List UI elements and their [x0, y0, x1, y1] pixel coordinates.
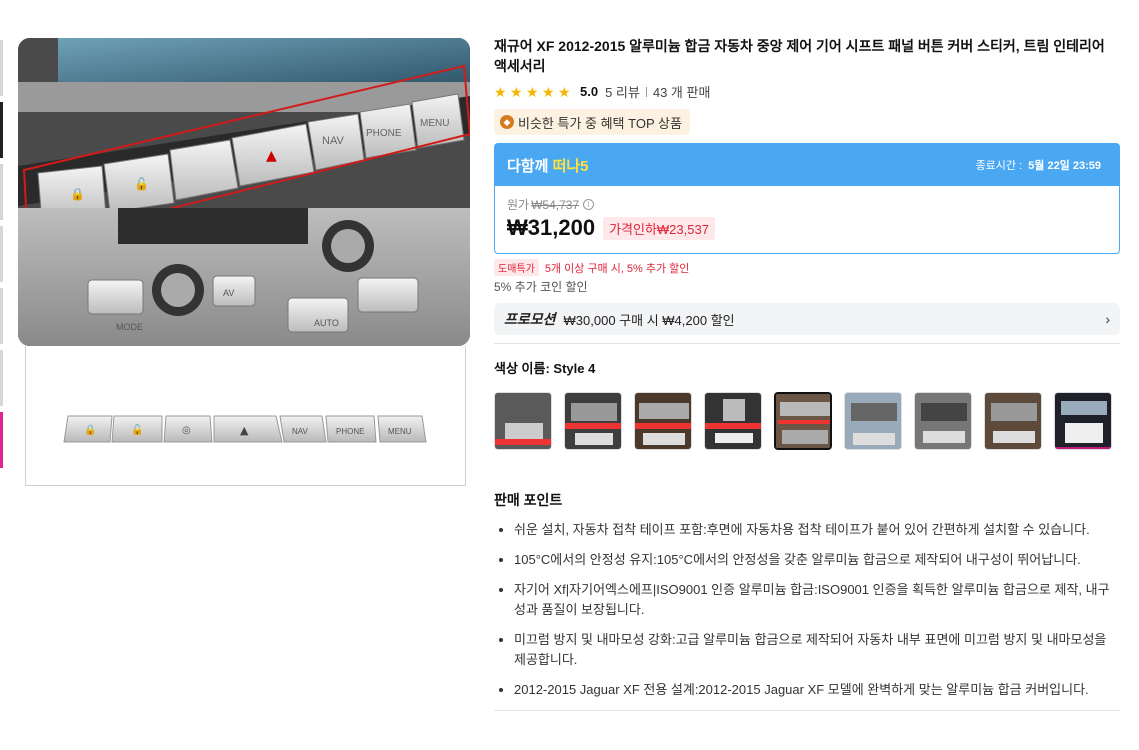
selling-points-title: 판매 포인트 — [494, 492, 563, 508]
divider — [494, 343, 1120, 344]
coin-discount: 5% 추가 코인 할인 — [494, 280, 588, 294]
sub-label-menu: MENU — [388, 427, 412, 436]
wholesale-row: 도매특가 5개 이상 구매 시, 5% 추가 할인 — [494, 259, 1120, 276]
info-icon[interactable]: i — [583, 199, 595, 210]
color-name-label: 색상 이름: Style 4 — [494, 361, 596, 376]
wholesale-tag: 도매특가 — [494, 259, 539, 276]
deal-end-time: 종료시간 : 5월 22일 23:59 — [976, 157, 1101, 173]
svg-text:🔓: 🔓 — [134, 177, 149, 191]
svg-text:🔒: 🔒 — [70, 187, 85, 201]
product-detail-image: 🔒 🔓 ◎ ▲ NAV PHONE MENU — [25, 346, 466, 486]
selling-point: 쉬운 설치, 자동차 접착 테이프 포함:후면에 자동차용 접착 테이프가 붙어… — [514, 520, 1120, 540]
swatch-style-9[interactable] — [1054, 392, 1112, 450]
swatch-style-4[interactable] — [704, 392, 762, 450]
divider — [494, 710, 1120, 711]
price-box: 다함께 떠나5 종료시간 : 5월 22일 23:59 원가 ₩54,737 i … — [494, 143, 1120, 254]
img-label-auto: AUTO — [314, 318, 339, 328]
selling-point: 2012-2015 Jaguar XF 전용 설계:2012-2015 Jagu… — [514, 680, 1120, 700]
thumbnail[interactable] — [0, 288, 3, 344]
deal-banner: 다함께 떠나5 종료시간 : 5월 22일 23:59 — [495, 144, 1119, 186]
thumbnail[interactable] — [0, 226, 3, 282]
original-price: ₩54,737 — [531, 197, 580, 212]
rating-row: ★ ★ ★ ★ ★ 5.0 5 리뷰 43 개 판매 — [494, 82, 1120, 101]
promotion-label: 프로모션 — [504, 311, 556, 327]
coin-icon: ◆ — [500, 115, 514, 129]
price-drop-badge: 가격인하₩23,537 — [603, 216, 715, 240]
thumbnail[interactable] — [0, 40, 3, 96]
img-label-phone: PHONE — [366, 128, 402, 139]
thumbnail[interactable] — [0, 164, 3, 220]
svg-text:🔓: 🔓 — [131, 423, 143, 436]
sub-label-nav: NAV — [292, 427, 309, 436]
svg-text:▲: ▲ — [266, 148, 277, 164]
original-price-label: 원가 — [507, 198, 530, 212]
price-body: 원가 ₩54,737 i ₩31,200 가격인하₩23,537 — [495, 186, 1119, 253]
star-icon: ★ — [526, 83, 539, 100]
top-deal-badge: ◆ 비슷한 특가 중 혜택 TOP 상품 — [494, 109, 690, 135]
star-icon: ★ — [542, 83, 555, 100]
selling-point: 미끄럼 방지 및 내마모성 강화:고급 알루미늄 합금으로 제작되어 자동차 내… — [514, 630, 1120, 670]
selling-point: 105°C에서의 안정성 유지:105°C에서의 안정성을 갖춘 알루미늄 합금… — [514, 550, 1120, 570]
selling-points-list: 쉬운 설치, 자동차 접착 테이프 포함:후면에 자동차용 접착 테이프가 붙어… — [494, 520, 1120, 700]
sale-price: ₩31,200 — [507, 215, 596, 240]
star-icon: ★ — [494, 83, 507, 100]
color-swatches — [494, 392, 1120, 450]
svg-text:🔒: 🔒 — [84, 424, 96, 436]
star-icon: ★ — [558, 83, 571, 100]
thumbnail[interactable] — [0, 412, 3, 468]
deal-end-label: 종료시간 : — [975, 160, 1023, 172]
star-rating: ★ ★ ★ ★ ★ — [494, 85, 572, 99]
selling-point: 자기어 Xf|자기어엑스에프|ISO9001 인증 알루미늄 합금:ISO900… — [514, 580, 1120, 620]
promotion-row[interactable]: 프로모션 ₩30,000 구매 시 ₩4,200 할인 › — [494, 303, 1120, 335]
wholesale-text: 5개 이상 구매 시, 5% 추가 할인 — [544, 262, 690, 275]
swatch-style-7[interactable] — [914, 392, 972, 450]
swatch-style-1[interactable] — [494, 392, 552, 450]
review-count-link[interactable]: 5 리뷰 — [605, 82, 640, 101]
thumbnail-active[interactable] — [0, 102, 3, 158]
img-label-av: AV — [223, 288, 234, 298]
swatch-style-5-selected[interactable] — [774, 392, 832, 450]
rating-value: 5.0 — [580, 84, 599, 99]
star-icon: ★ — [510, 83, 523, 100]
svg-text:◎: ◎ — [182, 425, 191, 436]
thumbnail-strip — [0, 40, 3, 474]
top-deal-text: 비슷한 특가 중 혜택 TOP 상품 — [518, 115, 682, 131]
main-product-image[interactable]: 🔒 🔓 ▲ NAV PHONE MENU MODE AV AUTO — [18, 38, 470, 346]
img-label-menu: MENU — [420, 118, 449, 129]
svg-text:▲: ▲ — [240, 424, 249, 437]
deal-brand: 다함께 떠나5 — [507, 155, 589, 176]
sub-label-phone: PHONE — [336, 427, 364, 436]
chevron-right-icon: › — [1105, 311, 1110, 327]
divider — [645, 86, 647, 97]
deal-brand-b: 떠나5 — [552, 157, 589, 175]
swatch-style-6[interactable] — [844, 392, 902, 450]
thumbnail[interactable] — [0, 350, 3, 406]
promotion-text: ₩30,000 구매 시 ₩4,200 할인 — [563, 312, 735, 328]
swatch-style-2[interactable] — [564, 392, 622, 450]
swatch-style-8[interactable] — [984, 392, 1042, 450]
img-label-nav: NAV — [322, 135, 344, 147]
price-row: ₩31,200 가격인하₩23,537 — [507, 215, 1107, 241]
swatch-style-3[interactable] — [634, 392, 692, 450]
original-price-row: 원가 ₩54,737 i — [507, 196, 1107, 213]
sold-count: 43 개 판매 — [652, 85, 711, 100]
product-title: 재규어 XF 2012-2015 알루미늄 합금 자동차 중앙 제어 기어 시프… — [494, 38, 1105, 74]
deal-end-value: 5월 22일 23:59 — [1028, 160, 1101, 172]
deal-brand-a: 다함께 — [507, 157, 553, 175]
img-label-mode: MODE — [116, 322, 143, 332]
product-info: 재규어 XF 2012-2015 알루미늄 합금 자동차 중앙 제어 기어 시프… — [494, 36, 1120, 711]
